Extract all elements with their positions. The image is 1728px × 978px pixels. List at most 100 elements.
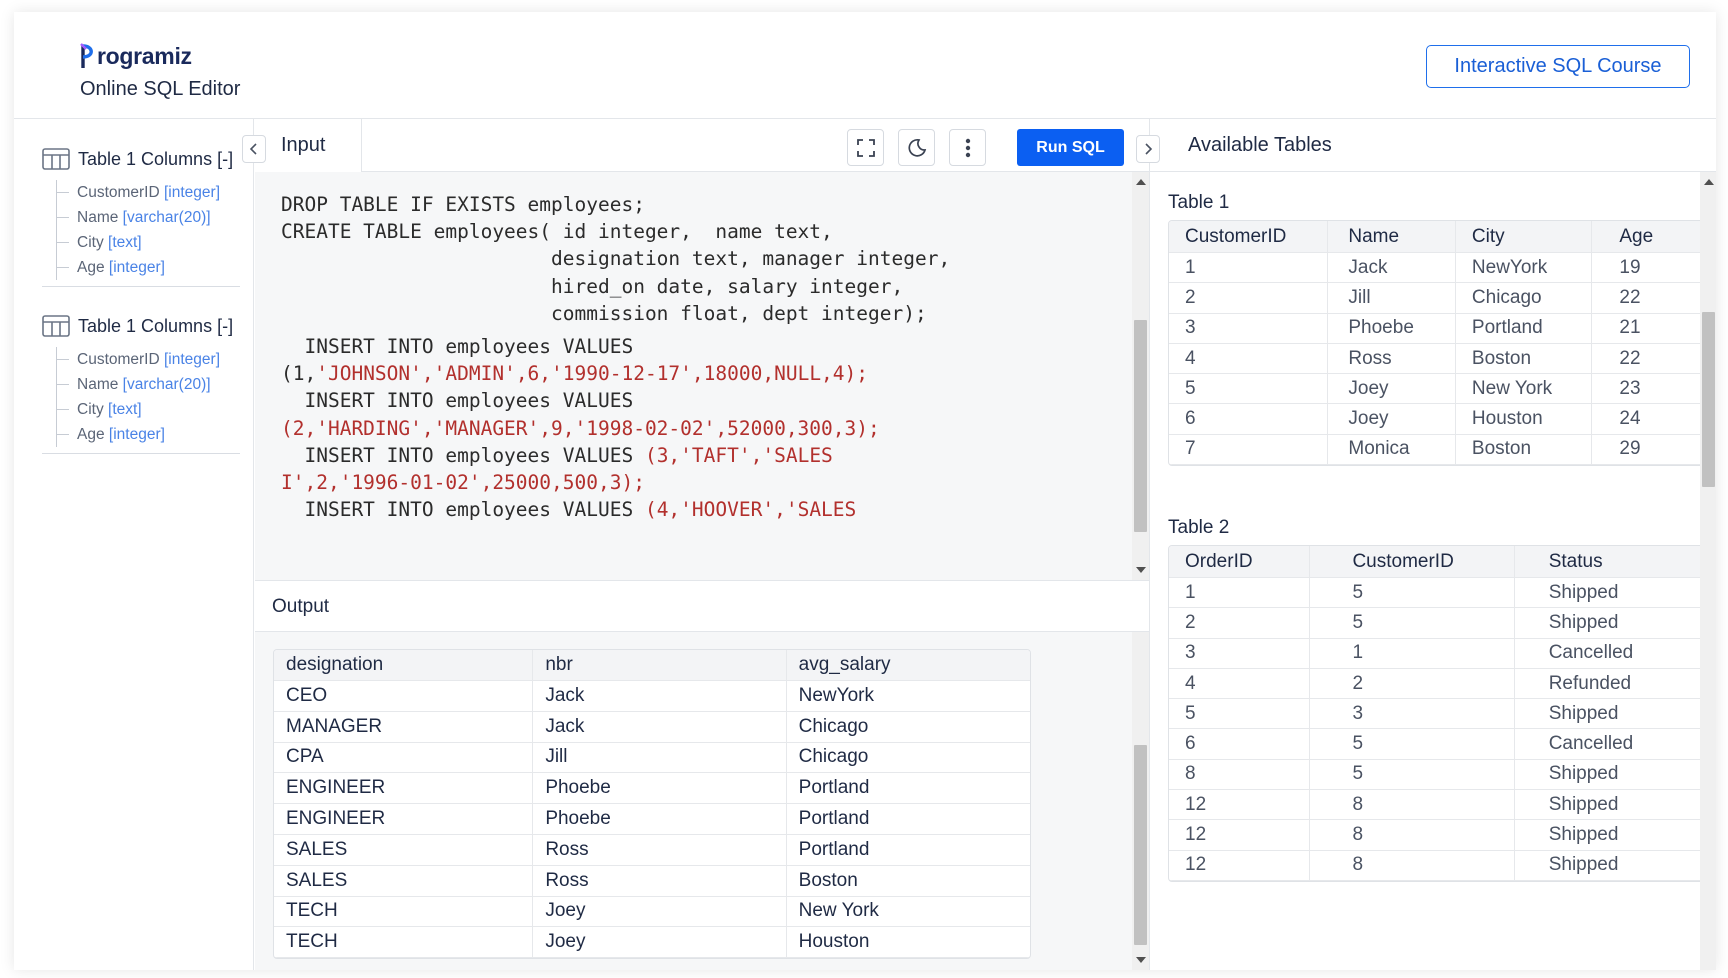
- sql-code-editor[interactable]: DROP TABLE IF EXISTS employees; CREATE TA…: [255, 172, 1149, 581]
- editor-scroll-thumb[interactable]: [1134, 320, 1147, 532]
- column-item: City [text]: [57, 230, 242, 255]
- column-header: avg_salary: [798, 654, 891, 675]
- table-row: 4 Ross Boston 22: [1169, 343, 1703, 375]
- code-line[interactable]: commission float, dept integer);: [281, 300, 950, 327]
- table-cell: Portland: [798, 777, 870, 799]
- table-cell: Portland: [798, 808, 870, 830]
- code-text: INSERT INTO employees VALUES: [281, 498, 645, 522]
- table-row: 12 8 Shipped: [1169, 850, 1703, 881]
- table-cell: 4: [1169, 343, 1329, 374]
- code-content[interactable]: DROP TABLE IF EXISTS employees; CREATE TA…: [281, 191, 950, 523]
- more-options-button[interactable]: [949, 129, 986, 166]
- column-header: designation: [274, 650, 534, 680]
- code-line[interactable]: INSERT INTO employees VALUES (4,'HOOVER'…: [281, 496, 950, 523]
- table-row: 7 Monica Boston 29: [1169, 434, 1703, 466]
- tab-input[interactable]: Input: [255, 119, 362, 172]
- code-line[interactable]: INSERT INTO employees VALUES: [281, 333, 950, 360]
- moon-icon: [907, 138, 926, 157]
- code-line[interactable]: (1,'JOHNSON','ADMIN',6,'1990-12-17',1800…: [281, 360, 950, 387]
- table-cell: Shipped: [1548, 763, 1619, 785]
- editor-scrollbar[interactable]: [1132, 172, 1149, 580]
- table-cell: 29: [1619, 438, 1641, 460]
- collapse-sidebar-button[interactable]: [242, 135, 266, 163]
- table-cell: MANAGER: [274, 711, 534, 742]
- schema-sidebar: Table 1 Columns [-] CustomerID [integer]…: [14, 119, 254, 970]
- table-cell: Shipped: [1548, 702, 1619, 724]
- table-cell: Houston: [798, 931, 870, 953]
- scroll-up-arrow-icon[interactable]: [1704, 179, 1714, 185]
- table-cell: Joey: [1328, 404, 1456, 434]
- column-item: CustomerID [integer]: [57, 180, 242, 205]
- table-row: ENGINEER Phoebe Portland: [274, 804, 1030, 835]
- table-row: ENGINEER Phoebe Portland: [274, 773, 1030, 805]
- table-cell: ENGINEER: [274, 773, 534, 804]
- code-string: I',2,'1996-01-02',25000,500,3);: [281, 470, 645, 494]
- table-cell: Shipped: [1548, 854, 1619, 876]
- table-cell: Chicago: [1456, 283, 1593, 313]
- table-cell: 2: [1310, 668, 1515, 699]
- scroll-down-arrow-icon[interactable]: [1136, 567, 1146, 573]
- table-1-title: Table 1: [1168, 192, 1230, 213]
- column-header: Status: [1548, 550, 1603, 572]
- table-cell: Jill: [533, 742, 787, 773]
- tables-scroll-thumb[interactable]: [1702, 312, 1715, 487]
- kebab-menu-icon: [965, 138, 970, 157]
- code-string: (3,'TAFT','SALES: [644, 443, 833, 467]
- table-cell: ENGINEER: [274, 804, 534, 834]
- column-header: Age: [1619, 225, 1654, 247]
- table-cell: Boston: [798, 869, 858, 891]
- table-cell: Portland: [1456, 313, 1593, 343]
- table-cell: Jack: [533, 711, 787, 742]
- table-1: CustomerID Name City Age 1 Jack NewYork 19 2…: [1168, 220, 1704, 467]
- code-line[interactable]: DROP TABLE IF EXISTS employees;: [281, 191, 950, 218]
- tables-scrollbar[interactable]: [1700, 172, 1716, 970]
- table-cell: 5: [1169, 374, 1329, 404]
- table-cell: TECH: [274, 927, 534, 958]
- table-cell: Shipped: [1548, 793, 1619, 815]
- table-columns-toggle[interactable]: Table 1 Columns [-]: [42, 311, 242, 341]
- table-cell: 24: [1619, 408, 1641, 430]
- interactive-sql-course-button[interactable]: Interactive SQL Course: [1426, 45, 1690, 88]
- table-2-title: Table 2: [1168, 517, 1230, 538]
- output-scroll-thumb[interactable]: [1134, 745, 1147, 945]
- available-tables-body: Table 1 CustomerID Name City Age 1 Jack Ne…: [1150, 172, 1716, 970]
- logo[interactable]: rogramiz: [80, 38, 192, 74]
- code-line[interactable]: INSERT INTO employees VALUES: [281, 387, 950, 414]
- run-sql-button[interactable]: Run SQL: [1017, 129, 1124, 166]
- dark-mode-button[interactable]: [898, 129, 935, 166]
- code-line[interactable]: (2,'HARDING','MANAGER',9,'1998-02-02',52…: [281, 415, 950, 442]
- table-row: 12 8 Shipped: [1169, 820, 1703, 851]
- scroll-up-arrow-icon[interactable]: [1136, 179, 1146, 185]
- table-cell: SALES: [274, 865, 534, 896]
- chevron-left-icon: [249, 143, 257, 155]
- table-cell: 12: [1169, 850, 1311, 880]
- table-cell: CPA: [274, 742, 534, 773]
- table-cell: 5: [1310, 759, 1515, 790]
- fullscreen-button[interactable]: [847, 129, 884, 166]
- code-line[interactable]: designation text, manager integer,: [281, 245, 950, 272]
- code-line[interactable]: INSERT INTO employees VALUES (3,'TAFT','…: [281, 442, 950, 469]
- page-subtitle: Online SQL Editor: [80, 78, 241, 100]
- table-columns-title: Table 1 Columns [-]: [78, 148, 234, 169]
- editor-toolbar: Input Run SQL: [255, 119, 1149, 172]
- output-table: designation nbr avg_salary CEO Jack NewYor…: [273, 649, 1031, 960]
- table-cell: 1: [1169, 253, 1329, 283]
- table-cell: Ross: [533, 865, 787, 896]
- code-line[interactable]: hired_on date, salary integer,: [281, 273, 950, 300]
- table-columns-toggle[interactable]: Table 1 Columns [-]: [42, 144, 242, 174]
- table-columns-title: Table 1 Columns [-]: [78, 315, 234, 336]
- collapse-tables-button[interactable]: [1136, 135, 1160, 163]
- code-line[interactable]: CREATE TABLE employees( id integer, name…: [281, 218, 950, 245]
- table-cell: Ross: [1328, 343, 1456, 374]
- table-cell: Shipped: [1548, 824, 1619, 846]
- table-cell: Phoebe: [533, 773, 787, 804]
- fullscreen-icon: [856, 138, 875, 157]
- table-cell: NewYork: [1456, 253, 1593, 283]
- code-line[interactable]: I',2,'1996-01-02',25000,500,3);: [281, 469, 950, 496]
- code-string: 'JOHNSON','ADMIN',6,'1990-12-17',18000,N…: [316, 362, 869, 386]
- table-cell: 3: [1169, 638, 1311, 668]
- column-item: Name [varchar(20)]: [57, 372, 242, 397]
- output-scrollbar[interactable]: [1132, 632, 1149, 970]
- scroll-down-arrow-icon[interactable]: [1136, 957, 1146, 963]
- table-cell: 8: [1310, 820, 1515, 850]
